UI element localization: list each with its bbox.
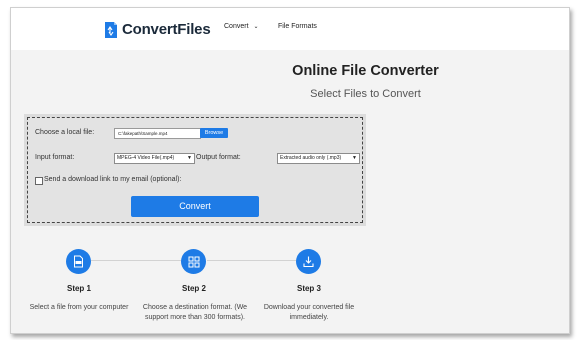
output-format-select[interactable]: Extracted audio only (.mp3) ▼ bbox=[277, 153, 360, 164]
output-format-label: Output format: bbox=[196, 154, 241, 161]
step-1-icon bbox=[66, 249, 91, 274]
nav-file-formats-link[interactable]: File Formats bbox=[278, 23, 317, 30]
grid-icon bbox=[188, 256, 199, 267]
step-3-description: Download your converted file immediately… bbox=[263, 304, 355, 321]
converter-form-dropzone: Choose a local file: C:\fakepath\Sample.… bbox=[27, 117, 363, 223]
input-format-select[interactable]: MPEG-4 Video File(.mp4) ▼ bbox=[114, 153, 195, 164]
step-2-description: Choose a destination format. (We support… bbox=[142, 304, 248, 321]
brand-name: ConvertFiles bbox=[122, 20, 211, 38]
output-format-value: Extracted audio only (.mp3) bbox=[280, 155, 342, 161]
browser-page: ConvertFiles Convert ⌄ File Formats Onlin… bbox=[10, 7, 570, 334]
email-checkbox-label: Send a download link to my email (option… bbox=[44, 176, 182, 183]
page-subtitle: Select Files to Convert bbox=[310, 88, 421, 100]
browse-button[interactable]: Browse bbox=[200, 128, 228, 138]
file-path-input[interactable]: C:\fakepath\Sample.mp4 bbox=[114, 128, 201, 139]
converter-form: Choose a local file: C:\fakepath\Sample.… bbox=[24, 114, 366, 226]
top-navbar: ConvertFiles Convert ⌄ File Formats bbox=[11, 8, 569, 51]
step-1-title: Step 1 bbox=[66, 284, 91, 293]
step-2-icon bbox=[181, 249, 206, 274]
step-1-description: Select a file from your computer bbox=[29, 304, 129, 311]
page-title: Online File Converter bbox=[292, 63, 439, 79]
email-checkbox[interactable] bbox=[35, 177, 43, 185]
brand-logo[interactable]: ConvertFiles bbox=[104, 18, 211, 40]
step-3-title: Step 3 bbox=[296, 284, 321, 293]
step-connector bbox=[207, 260, 299, 261]
download-icon bbox=[303, 256, 314, 268]
file-icon bbox=[74, 255, 83, 268]
nav-convert-label: Convert bbox=[224, 23, 249, 30]
logo-icon bbox=[105, 21, 117, 38]
chevron-down-icon: ▼ bbox=[352, 155, 357, 161]
input-format-value: MPEG-4 Video File(.mp4) bbox=[117, 155, 175, 161]
step-2-title: Step 2 bbox=[181, 284, 206, 293]
convert-button[interactable]: Convert bbox=[131, 196, 259, 217]
nav-convert-menu[interactable]: Convert ⌄ bbox=[224, 23, 259, 30]
input-format-label: Input format: bbox=[35, 154, 75, 161]
main-content: Online File Converter Select Files to Co… bbox=[11, 50, 569, 333]
chevron-down-icon: ⌄ bbox=[253, 24, 259, 30]
chevron-down-icon: ▼ bbox=[187, 155, 192, 161]
file-label: Choose a local file: bbox=[35, 129, 95, 136]
step-3-icon bbox=[296, 249, 321, 274]
step-connector bbox=[91, 260, 184, 261]
